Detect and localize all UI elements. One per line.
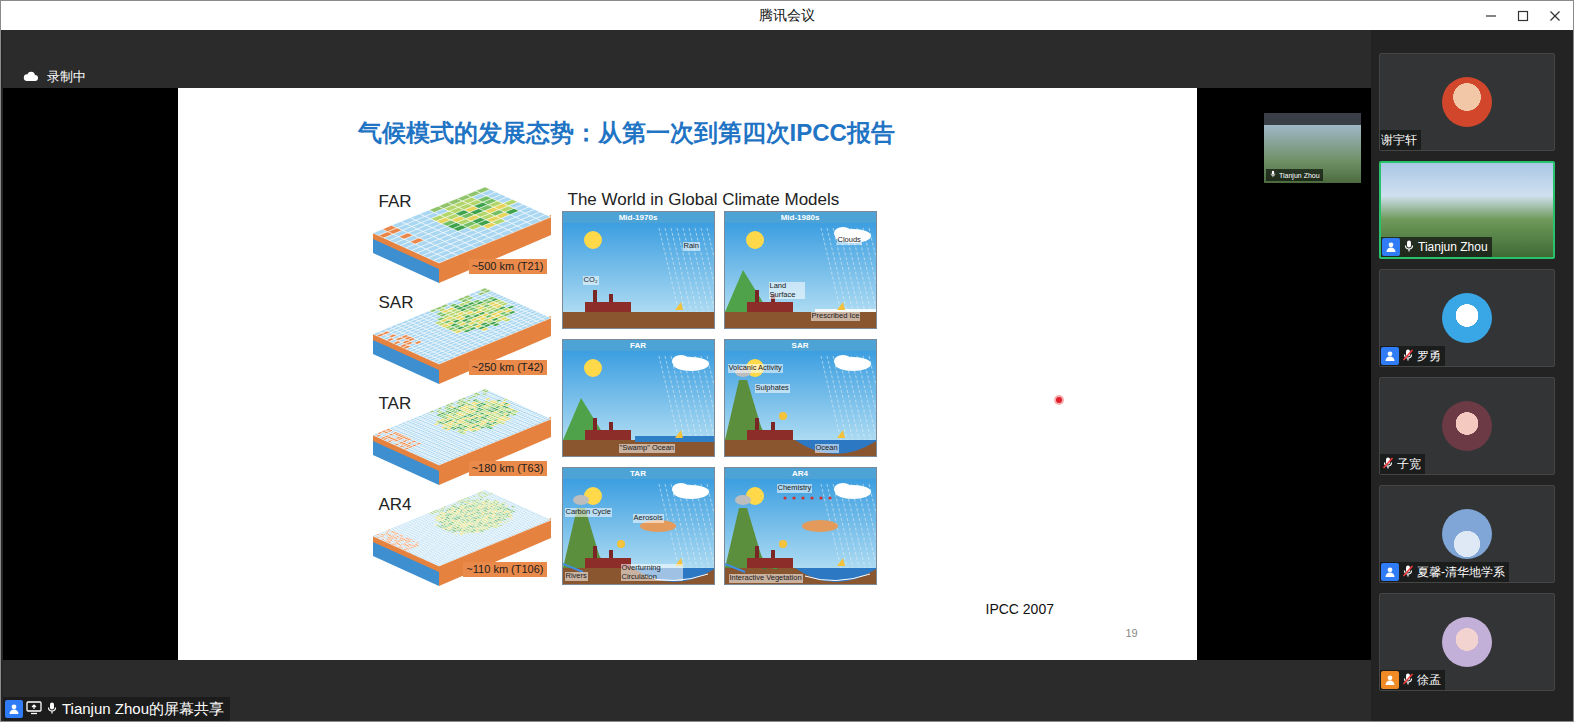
- model-resolution: ~110 km (T106): [463, 562, 546, 577]
- minimize-icon[interactable]: [1477, 3, 1505, 29]
- model-resolution: ~180 km (T63): [469, 461, 547, 476]
- model-label: TAR: [379, 394, 412, 414]
- person-icon: [1381, 563, 1399, 581]
- participant-name: 夏馨-清华地学系: [1417, 564, 1505, 581]
- mic-icon: [1381, 456, 1395, 473]
- mic-icon: [1401, 564, 1415, 581]
- model-label: FAR: [379, 192, 412, 212]
- participant-tile[interactable]: Tianjun Zhou: [1379, 161, 1555, 259]
- participant-label: 夏馨-清华地学系: [1380, 562, 1509, 582]
- panel-label: Rivers: [565, 572, 588, 581]
- model-label: AR4: [379, 495, 412, 515]
- panel-label: Interactive Vegetation: [729, 574, 803, 583]
- recording-indicator: 录制中: [23, 68, 86, 86]
- person-icon: [1381, 671, 1399, 689]
- avatar-icon: [1442, 293, 1492, 343]
- mic-icon: [45, 701, 59, 718]
- participant-label: Tianjun Zhou: [1381, 237, 1492, 257]
- climate-panel: Mid-1980s Clouds Land Surface Prescribed Ic…: [724, 211, 877, 329]
- model-resolution: ~500 km (T21): [469, 259, 547, 274]
- participant-label: 罗勇: [1380, 346, 1445, 366]
- panel-label: Chemistry: [777, 484, 813, 493]
- title-bar: 腾讯会议: [1, 1, 1573, 30]
- panel-label: Rain: [683, 242, 700, 251]
- avatar-icon: [1442, 617, 1492, 667]
- floating-video[interactable]: Tianjun Zhou: [1264, 113, 1361, 183]
- participant-tile[interactable]: 夏馨-清华地学系: [1379, 485, 1555, 583]
- climate-panel: FAR "Swamp" Ocean: [562, 339, 715, 457]
- panel-era: TAR: [563, 468, 714, 479]
- window-controls: [823, 3, 1573, 29]
- panel-label: Overturning Circulation: [621, 564, 683, 581]
- climate-panel: AR4 Chemistry Interactive Vegetation: [724, 467, 877, 585]
- participant-tile[interactable]: 谢宇轩: [1379, 53, 1555, 151]
- model-grid: FAR ~500 km (T21): [373, 185, 553, 286]
- panel-label: Aerosols: [633, 514, 664, 523]
- avatar-icon: [1442, 509, 1492, 559]
- laser-pointer-icon: [1056, 397, 1062, 403]
- panel-era: SAR: [725, 340, 876, 351]
- participant-label: 谢宇轩: [1380, 130, 1421, 150]
- climate-panel: TAR Carbon Cycle Aerosols Rivers Overturning…: [562, 467, 715, 585]
- mic-icon: [1402, 239, 1416, 256]
- screen-share-stage: 气候模式的发展态势：从第一次到第四次IPCC报告 FAR ~500 km (T21)…: [3, 88, 1371, 660]
- panel-era: FAR: [563, 340, 714, 351]
- panel-label: Sulphates: [755, 384, 790, 393]
- panel-label: Land Surface: [769, 282, 805, 299]
- person-icon: [1382, 238, 1400, 256]
- model-resolution: ~250 km (T42): [469, 360, 547, 375]
- panel-label: Clouds: [837, 236, 862, 245]
- screen-share-text: Tianjun Zhou的屏幕共享: [62, 700, 224, 719]
- panel-label: "Swamp" Ocean: [619, 444, 676, 453]
- panel-era: Mid-1980s: [725, 212, 876, 223]
- model-label: SAR: [379, 293, 414, 313]
- main-area: 录制中气候模式的发展态势：从第一次到第四次IPCC报告 FAR ~500 km (T…: [3, 30, 1371, 721]
- panel-label: Volcanic Activity: [728, 364, 783, 373]
- participant-tile[interactable]: 子宽: [1379, 377, 1555, 475]
- participant-name: Tianjun Zhou: [1418, 240, 1488, 254]
- panel-label: Carbon Cycle: [565, 508, 612, 517]
- climate-panel: Mid-1970s Rain CO₂: [562, 211, 715, 329]
- slide: 气候模式的发展态势：从第一次到第四次IPCC报告 FAR ~500 km (T21)…: [178, 88, 1197, 660]
- slide-source: IPCC 2007: [986, 601, 1054, 617]
- slide-page-number: 19: [1126, 627, 1138, 639]
- screen-share-label: Tianjun Zhou的屏幕共享: [3, 697, 230, 721]
- model-grid: SAR ~250 km (T42): [373, 286, 553, 387]
- participant-tile[interactable]: 徐孟: [1379, 593, 1555, 691]
- mic-icon: [1401, 672, 1415, 689]
- panel-era: Mid-1970s: [563, 212, 714, 223]
- participant-tile[interactable]: 罗勇: [1379, 269, 1555, 367]
- floating-video-name: Tianjun Zhou: [1279, 171, 1320, 180]
- screen-share-icon: [26, 701, 42, 718]
- cloud-icon: [23, 70, 39, 85]
- participant-name: 子宽: [1397, 456, 1421, 473]
- person-icon: [1381, 347, 1399, 365]
- slide-title: 气候模式的发展态势：从第一次到第四次IPCC报告: [178, 88, 1197, 148]
- participant-label: 徐孟: [1380, 670, 1445, 690]
- window-title: 腾讯会议: [751, 7, 823, 25]
- panel-label: Prescribed Ice: [811, 312, 861, 321]
- participant-name: 谢宇轩: [1381, 132, 1417, 149]
- model-grids: FAR ~500 km (T21) SAR ~250 km (T42) TAR ~180 …: [373, 185, 553, 589]
- panels-title: The World in Global Climate Models: [562, 189, 877, 211]
- model-grid: AR4 ~110 km (T106): [373, 488, 553, 589]
- avatar-icon: [1442, 401, 1492, 451]
- participant-name: 徐孟: [1417, 672, 1441, 689]
- mic-icon: [1269, 170, 1277, 180]
- recording-label: 录制中: [47, 68, 86, 86]
- person-icon: [5, 700, 23, 718]
- model-grid: TAR ~180 km (T63): [373, 387, 553, 488]
- participant-label: 子宽: [1380, 454, 1425, 474]
- participant-list: 谢宇轩 Tianjun Zhou 罗勇子宽夏馨-清华地学系徐孟: [1371, 30, 1573, 721]
- close-icon[interactable]: [1541, 3, 1569, 29]
- panel-label: Ocean: [815, 444, 839, 453]
- panel-grid: Mid-1970s Rain CO₂ Mid-1980s Clouds Land Surf…: [562, 211, 877, 585]
- panel-era: AR4: [725, 468, 876, 479]
- climate-panel: SAR Volcanic Activity Sulphates Ocean: [724, 339, 877, 457]
- avatar-icon: [1442, 77, 1492, 127]
- panel-label: CO₂: [583, 276, 599, 285]
- maximize-icon[interactable]: [1509, 3, 1537, 29]
- participant-name: 罗勇: [1417, 348, 1441, 365]
- mic-icon: [1401, 348, 1415, 365]
